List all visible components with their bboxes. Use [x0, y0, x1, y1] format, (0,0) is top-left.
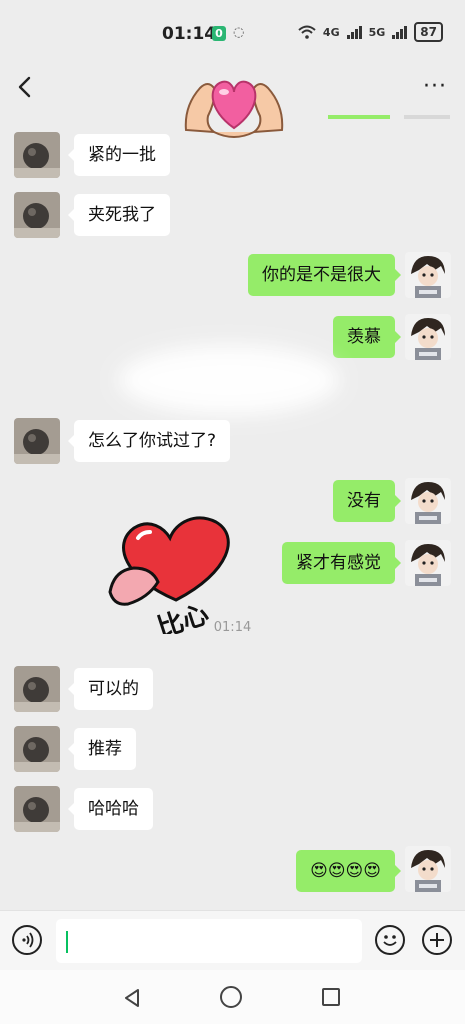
redacted-area [118, 345, 340, 415]
contact-avatar[interactable] [14, 786, 60, 832]
message-bubble[interactable]: 可以的 [68, 668, 153, 710]
voice-button[interactable] [12, 925, 42, 955]
message-bubble[interactable]: 😍😍😍😍 [296, 850, 401, 892]
input-bar [0, 910, 465, 971]
more-functions-button[interactable] [422, 925, 452, 955]
message-bubble[interactable]: 羡慕 [333, 316, 401, 358]
message-bubble[interactable]: 推荐 [68, 728, 136, 770]
status-time: 01:14 [162, 24, 217, 44]
system-nav-bar [0, 970, 465, 1024]
status-bar: 01:14 0 ◌ 4G 5G 87 [0, 0, 465, 62]
my-avatar[interactable] [405, 540, 451, 586]
message-bubble[interactable]: 你的是不是很大 [248, 254, 401, 296]
message-bubble[interactable]: 怎么了你试过了? [67, 420, 231, 462]
message-timestamp: 01:14 [213, 620, 252, 635]
my-avatar[interactable] [405, 314, 451, 360]
message-bubble[interactable]: 夹死我了 [68, 194, 170, 236]
my-avatar[interactable] [405, 478, 451, 524]
notification-badge: 0 [212, 26, 226, 41]
contact-avatar[interactable] [14, 192, 60, 238]
contact-avatar[interactable] [14, 726, 60, 772]
network-5g-label: 5G [368, 25, 386, 39]
my-avatar[interactable] [405, 846, 451, 892]
battery-icon: 87 [414, 22, 443, 42]
emoji-button[interactable] [375, 925, 405, 955]
back-icon[interactable] [14, 76, 36, 98]
nav-home-icon[interactable] [220, 986, 242, 1008]
message-bubble[interactable]: 没有 [333, 480, 401, 522]
wifi-icon [298, 25, 316, 39]
message-bubble[interactable]: 哈哈哈 [68, 788, 153, 830]
more-options-button[interactable]: ··· [423, 74, 447, 99]
signal-icon [346, 25, 362, 39]
contact-avatar[interactable] [14, 132, 60, 178]
nav-recent-icon[interactable] [322, 988, 340, 1006]
voice-icon [22, 932, 34, 948]
emoji-icon [383, 935, 397, 946]
contact-avatar[interactable] [14, 666, 60, 712]
cropped-avatar [404, 115, 450, 119]
message-icon: ◌ [233, 25, 245, 40]
heart-hands-sticker [184, 80, 284, 138]
message-bubble[interactable]: 紧的一批 [68, 134, 170, 176]
message-bubble[interactable]: 紧才有感觉 [282, 542, 401, 584]
message-input[interactable] [56, 919, 362, 963]
network-4g-label: 4G [322, 25, 340, 39]
signal-icon-2 [392, 25, 408, 39]
status-indicators: 4G 5G 87 [298, 22, 443, 42]
contact-avatar[interactable] [14, 418, 60, 464]
cropped-bubble [328, 115, 390, 119]
nav-back-icon[interactable] [122, 988, 142, 1008]
plus-icon [430, 933, 444, 947]
my-avatar[interactable] [405, 252, 451, 298]
text-caret [66, 931, 68, 953]
heart-sticker: 比心 [108, 516, 230, 634]
